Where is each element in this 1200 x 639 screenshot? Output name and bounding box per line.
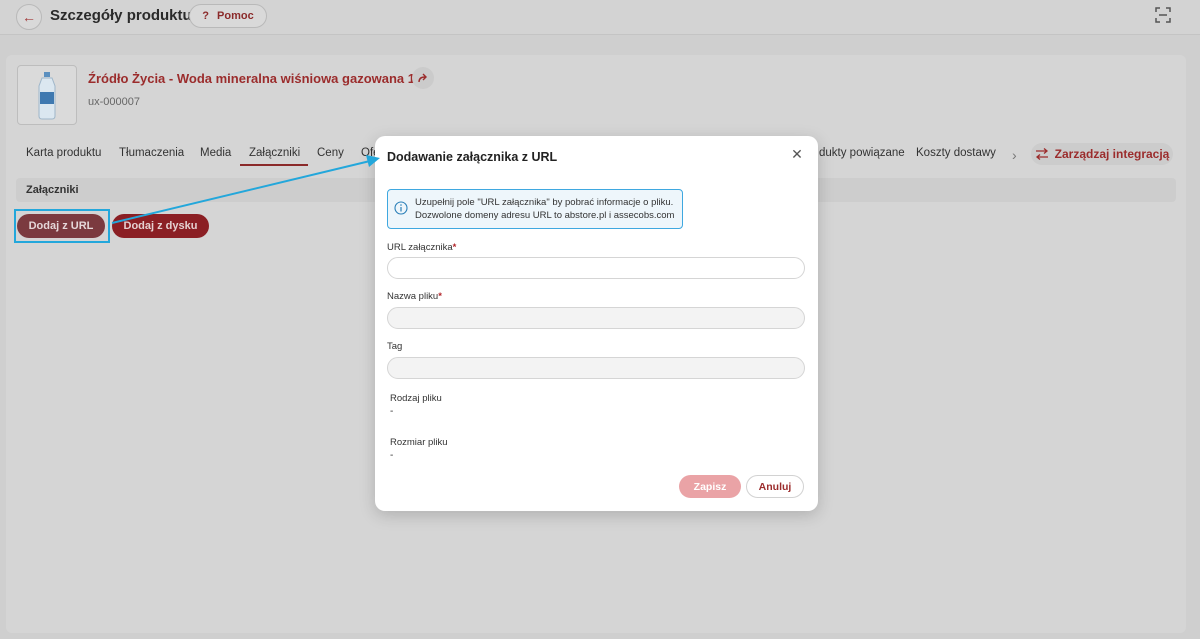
question-icon: ? [202, 10, 210, 22]
top-header: ← Szczegóły produktu ? Pomoc [0, 0, 1200, 35]
info-text-line1: Uzupełnij pole "URL załącznika" by pobra… [415, 197, 674, 208]
tag-field-label: Tag [387, 341, 403, 352]
add-from-url-button[interactable]: Dodaj z URL [17, 214, 105, 238]
manage-integration-label: Zarządzaj integracją [1054, 147, 1170, 161]
save-button[interactable]: Zapisz [679, 475, 741, 498]
help-button[interactable]: ? Pomoc [189, 4, 267, 28]
tab-ceny[interactable]: Ceny [317, 147, 344, 159]
tab-karta-produktu[interactable]: Karta produktu [26, 147, 101, 159]
file-type-label: Rodzaj pliku [390, 393, 442, 404]
back-button[interactable]: ← [16, 4, 42, 30]
tab-media[interactable]: Media [200, 147, 231, 159]
required-marker: * [438, 291, 442, 302]
file-size-value: - [390, 450, 394, 461]
product-name: Źródło Życia - Woda mineralna wiśniowa g… [88, 71, 430, 86]
info-icon [394, 201, 408, 215]
filename-label-text: Nazwa pliku [387, 291, 439, 302]
chevron-right-icon[interactable]: › [1012, 147, 1017, 163]
info-text-line2: Dozwolone domeny adresu URL to abstore.p… [415, 210, 675, 221]
required-marker: * [452, 242, 457, 253]
file-size-label: Rozmiar pliku [390, 437, 448, 448]
file-type-value: - [390, 406, 394, 417]
share-icon [418, 73, 427, 83]
filename-input[interactable] [387, 307, 805, 329]
add-from-disk-button[interactable]: Dodaj z dysku [112, 214, 209, 238]
tab-zalaczniki[interactable]: Załączniki [240, 147, 309, 166]
close-icon[interactable]: ✕ [789, 146, 805, 162]
url-input[interactable] [387, 257, 805, 279]
cancel-button[interactable]: Anuluj [746, 475, 804, 498]
product-thumbnail [17, 65, 77, 125]
tag-input[interactable] [387, 357, 805, 379]
page-title: Szczegóły produktu [50, 7, 192, 24]
add-attachment-modal: Dodawanie załącznika z URL ✕ Uzupełnij p… [375, 136, 818, 511]
filename-field-label: Nazwa pliku* [387, 291, 442, 302]
product-code: ux-000007 [88, 96, 140, 108]
modal-title: Dodawanie załącznika z URL [387, 150, 558, 164]
help-label: Pomoc [217, 10, 254, 22]
url-label-text: URL załącznika [387, 242, 453, 253]
swap-icon [1035, 148, 1048, 160]
water-bottle-image [38, 72, 56, 120]
tab-tlumaczenia[interactable]: Tłumaczenia [119, 147, 184, 159]
manage-integration-button[interactable]: Zarządzaj integracją [1031, 143, 1173, 165]
section-title: Załączniki [26, 184, 79, 196]
info-box: Uzupełnij pole "URL załącznika" by pobra… [387, 189, 683, 229]
arrow-left-icon: ← [22, 9, 36, 25]
share-button[interactable] [412, 67, 434, 89]
url-field-label: URL załącznika* [387, 242, 456, 253]
tab-produkty-powiazane[interactable]: dukty powiązane [819, 147, 905, 159]
fullscreen-icon[interactable] [1154, 6, 1172, 24]
tab-koszty-dostawy[interactable]: Koszty dostawy [916, 147, 996, 159]
